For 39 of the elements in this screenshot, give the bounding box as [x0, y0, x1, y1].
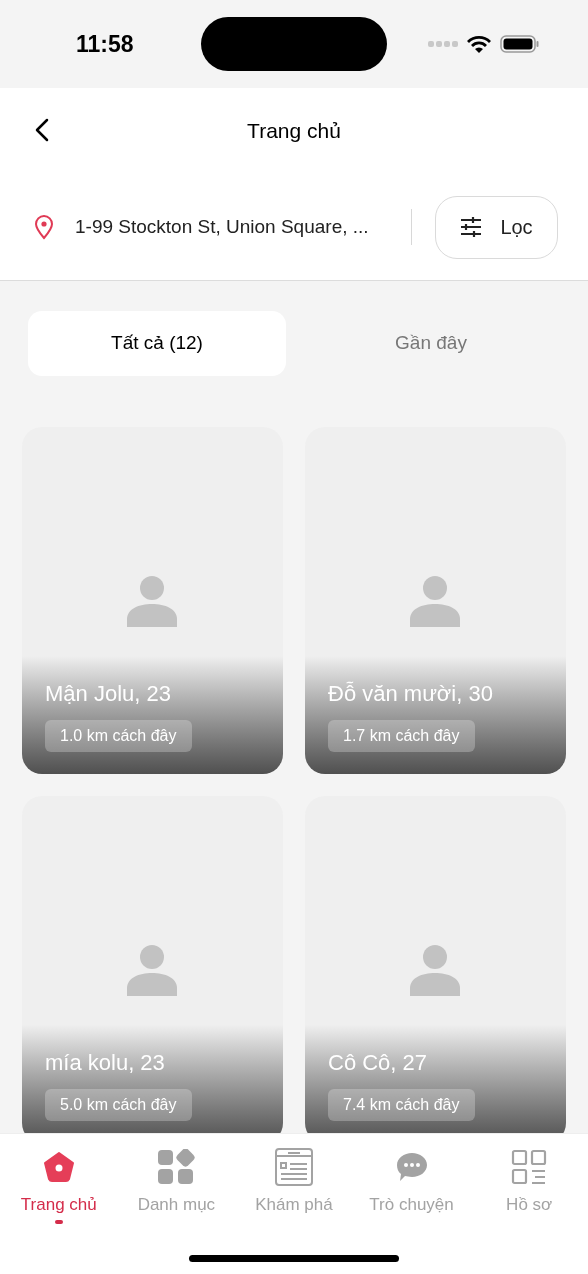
- distance-badge: 1.0 km cách đây: [45, 720, 192, 752]
- chat-bubble-icon: [395, 1152, 428, 1182]
- nav-tab[interactable]: Khám phá: [235, 1148, 353, 1218]
- distance-badge: 1.7 km cách đây: [328, 720, 475, 752]
- profile-name: Đỗ văn mười, 30: [328, 680, 493, 708]
- location-pin-icon: [34, 214, 54, 240]
- back-icon: [35, 118, 49, 142]
- person-placeholder-icon: [127, 575, 177, 627]
- profile-card[interactable]: Mận Jolu, 23 1.0 km cách đây: [22, 427, 283, 774]
- address-text[interactable]: 1-99 Stockton St, Union Square, ...: [75, 212, 369, 242]
- profile-name: Mận Jolu, 23: [45, 680, 171, 708]
- signal-icon: [428, 41, 458, 47]
- profile-name: Cô Cô, 27: [328, 1049, 428, 1077]
- grid-list-icon: [511, 1149, 548, 1185]
- distance-badge: 5.0 km cách đây: [45, 1089, 192, 1121]
- tab[interactable]: Gần đây: [302, 311, 560, 376]
- page-title: Trang chủ: [247, 118, 341, 145]
- profile-card[interactable]: Đỗ văn mười, 30 1.7 km cách đây: [305, 427, 566, 774]
- nav-tab[interactable]: Hồ sơ: [470, 1148, 588, 1218]
- distance-badge: 7.4 km cách đây: [328, 1089, 475, 1121]
- filter-button[interactable]: Lọc: [435, 195, 558, 259]
- battery-icon: [500, 34, 540, 54]
- tab[interactable]: Tất cả (12): [28, 311, 286, 376]
- newspaper-icon: [275, 1148, 313, 1186]
- nav-tab[interactable]: Danh mục: [117, 1148, 236, 1218]
- nav-tab[interactable]: Trang chủ: [0, 1148, 118, 1224]
- profile-name: mía kolu, 23: [45, 1049, 165, 1077]
- wifi-icon: [466, 34, 492, 54]
- person-placeholder-icon: [410, 944, 460, 996]
- active-indicator: [54, 1219, 63, 1224]
- status-time: 11:58: [76, 29, 134, 59]
- categories-icon: [157, 1149, 196, 1185]
- profile-card[interactable]: mía kolu, 23 5.0 km cách đây: [22, 796, 283, 1133]
- nav-tab[interactable]: Trò chuyện: [352, 1148, 471, 1218]
- person-placeholder-icon: [127, 944, 177, 996]
- filter-icon: [460, 217, 483, 237]
- profile-card[interactable]: Cô Cô, 27 7.4 km cách đây: [305, 796, 566, 1133]
- person-placeholder-icon: [410, 575, 460, 627]
- home-icon: [42, 1151, 75, 1183]
